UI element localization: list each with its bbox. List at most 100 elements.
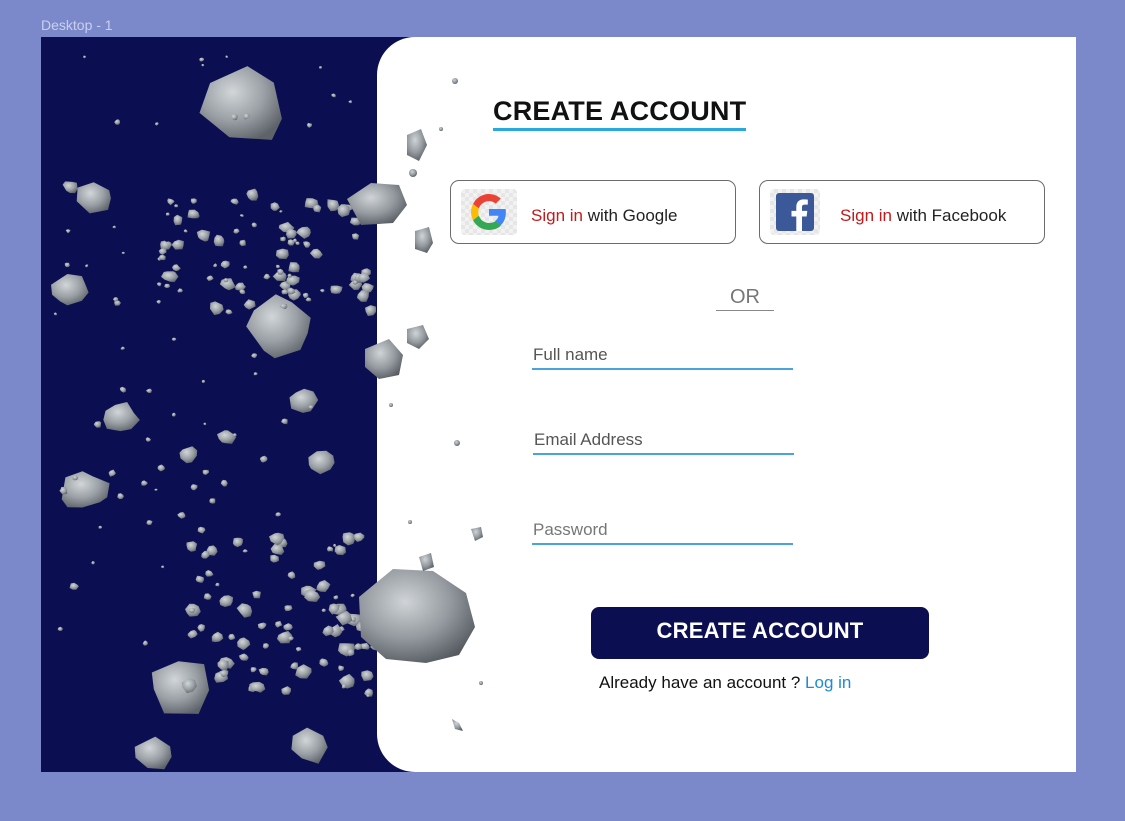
facebook-signin-label: Sign in with Facebook <box>840 206 1006 226</box>
asteroid <box>287 571 296 579</box>
asteroid <box>174 204 179 208</box>
asteroid <box>259 455 268 463</box>
asteroid <box>205 570 214 577</box>
asteroid <box>275 512 281 517</box>
login-prompt-text: Already have an account ? <box>599 673 806 692</box>
login-prompt: Already have an account ? Log in <box>599 673 851 693</box>
asteroid <box>287 273 292 278</box>
asteroid <box>263 273 271 280</box>
asteroid <box>177 512 186 519</box>
asteroid <box>85 264 89 268</box>
asteroid <box>158 248 167 255</box>
asteroid <box>220 479 228 487</box>
asteroid <box>333 543 337 547</box>
asteroid <box>108 469 116 477</box>
facebook-logo-tile <box>770 189 820 235</box>
asteroid <box>239 214 244 217</box>
asteroid <box>251 222 257 228</box>
asteroid <box>330 285 343 294</box>
with-facebook-text: with Facebook <box>891 206 1007 225</box>
asteroid <box>183 229 188 233</box>
asteroid <box>171 239 184 250</box>
asteroid <box>57 626 63 631</box>
asteroid <box>351 233 360 240</box>
asteroid <box>321 608 326 612</box>
asteroid <box>172 264 181 272</box>
asteroid <box>235 282 246 291</box>
asteroid <box>250 667 257 673</box>
asteroid <box>117 493 124 500</box>
asteroid <box>355 621 372 634</box>
asteroid <box>342 532 355 546</box>
asteroid <box>251 353 258 359</box>
asteroid <box>196 229 211 242</box>
asteroid <box>331 93 336 98</box>
asteroid <box>213 234 225 247</box>
asteroid <box>230 198 239 205</box>
asteroid <box>316 580 331 592</box>
asteroid <box>308 450 335 475</box>
login-link[interactable]: Log in <box>805 673 851 692</box>
asteroid <box>258 667 269 676</box>
asteroid <box>296 226 311 239</box>
asteroid <box>161 271 179 283</box>
asteroid <box>239 653 249 661</box>
asteroid <box>161 565 165 569</box>
google-signin-button[interactable]: Sign in with Google <box>450 180 736 244</box>
asteroid <box>303 241 311 248</box>
asteroid <box>151 661 210 714</box>
asteroid <box>187 209 200 219</box>
asteroid <box>279 210 283 213</box>
asteroid <box>219 595 234 607</box>
asteroid <box>239 239 246 247</box>
asteroid <box>156 300 161 304</box>
asteroid <box>112 297 119 302</box>
asteroid <box>220 260 230 269</box>
password-input[interactable] <box>532 520 793 545</box>
create-account-button[interactable]: CREATE ACCOUNT <box>591 607 929 659</box>
asteroid <box>246 188 259 201</box>
asteroid <box>304 589 321 602</box>
asteroid <box>121 251 125 255</box>
asteroid <box>61 471 110 508</box>
asteroid <box>190 484 198 491</box>
asteroid <box>199 66 282 140</box>
asteroid <box>201 64 205 67</box>
asteroid <box>270 202 280 211</box>
asteroid <box>283 623 293 631</box>
asteroid <box>217 430 237 444</box>
asteroid <box>171 337 177 341</box>
asteroid <box>252 590 261 599</box>
google-logo-icon <box>471 194 506 230</box>
asteroid <box>156 282 162 287</box>
facebook-logo-icon <box>776 193 814 231</box>
asteroid <box>243 265 248 269</box>
asteroid <box>320 289 325 293</box>
asteroid <box>213 263 218 268</box>
frame-label: Desktop - 1 <box>41 17 113 33</box>
asteroid <box>236 603 253 618</box>
or-divider: OR <box>716 285 774 311</box>
asteroid <box>270 554 279 563</box>
email-input[interactable] <box>533 430 794 455</box>
asteroid <box>262 643 269 649</box>
asteroid <box>164 283 170 289</box>
asteroid <box>242 549 248 553</box>
asteroid <box>334 545 346 556</box>
asteroid <box>289 388 319 413</box>
asteroid <box>187 629 198 639</box>
page-title: CREATE ACCOUNT <box>493 95 747 131</box>
full-name-input[interactable] <box>532 345 793 370</box>
asteroid <box>305 297 312 302</box>
asteroid <box>327 546 334 552</box>
asteroid <box>370 588 376 593</box>
asteroid <box>281 686 291 695</box>
with-google-text: with Google <box>582 206 678 225</box>
asteroid <box>353 532 365 542</box>
asteroid <box>313 560 326 570</box>
asteroid <box>309 248 323 259</box>
asteroid <box>356 290 370 302</box>
asteroid <box>295 647 302 652</box>
facebook-signin-button[interactable]: Sign in with Facebook <box>759 180 1045 244</box>
asteroid <box>275 248 289 259</box>
